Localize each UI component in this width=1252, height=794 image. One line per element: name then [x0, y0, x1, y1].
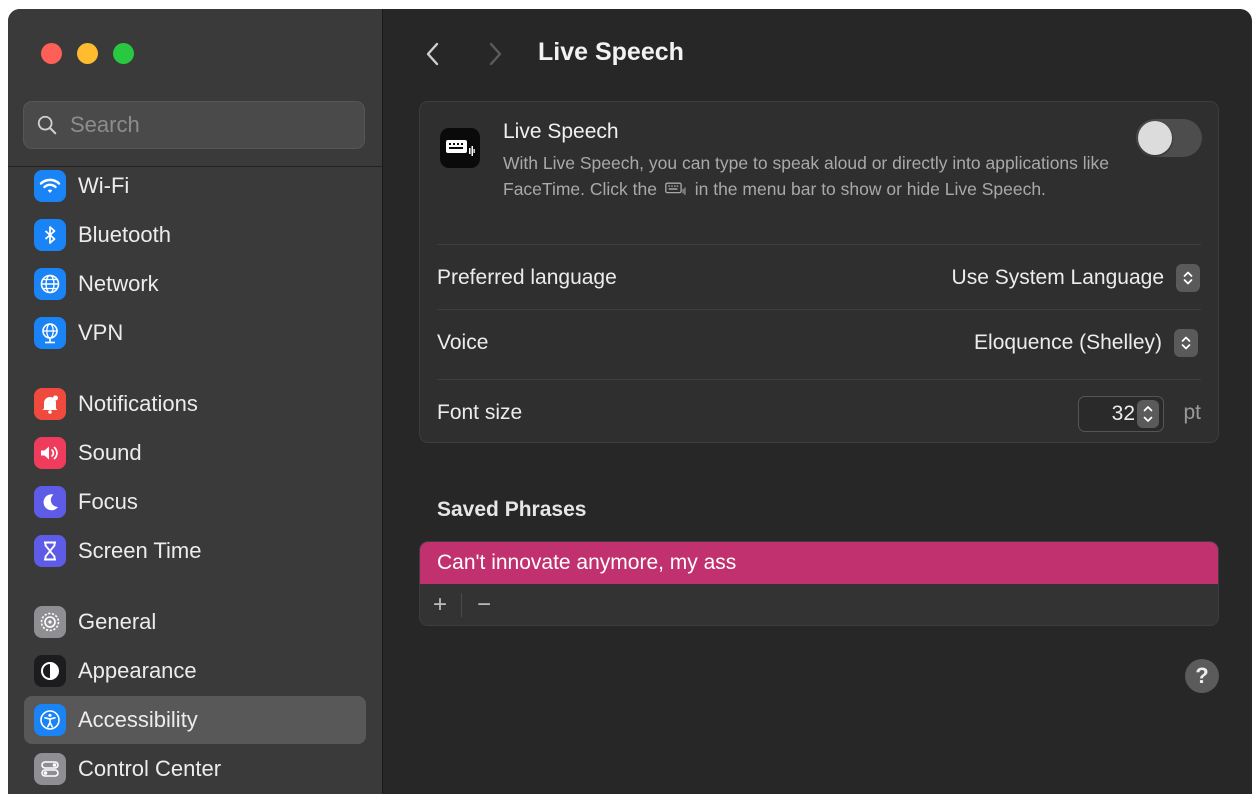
sidebar-item-label: Network [78, 271, 159, 296]
sidebar: Wi-Fi Bluetooth Network VPN [8, 9, 383, 794]
divider [437, 379, 1201, 380]
sidebar-item-label: General [78, 609, 157, 634]
sidebar-item-general[interactable]: General [24, 598, 366, 646]
sidebar-item-label: Bluetooth [78, 222, 171, 247]
sidebar-item-label: Accessibility [78, 707, 198, 732]
accessibility-icon [34, 704, 66, 736]
help-button[interactable]: ? [1185, 659, 1219, 693]
voice-label: Voice [437, 331, 489, 354]
close-button[interactable] [41, 43, 62, 64]
add-phrase-button[interactable]: + [425, 590, 455, 620]
search-field[interactable] [23, 101, 365, 149]
sidebar-item-label: Notifications [78, 391, 198, 416]
sidebar-item-label: Focus [78, 489, 138, 514]
globe-icon [34, 268, 66, 300]
font-size-unit: pt [1183, 401, 1201, 424]
speaker-icon [34, 437, 66, 469]
keyboard-speech-icon [665, 182, 686, 195]
description-text: in the menu bar to show or hide Live Spe… [694, 179, 1046, 199]
traffic-lights [41, 43, 134, 64]
sidebar-item-notifications[interactable]: Notifications [24, 380, 366, 428]
sidebar-item-vpn[interactable]: VPN [24, 309, 366, 357]
toolbar: Live Speech [383, 9, 1252, 95]
search-input[interactable] [68, 111, 352, 139]
divider [461, 593, 462, 617]
gear-icon [34, 606, 66, 638]
bell-icon [34, 388, 66, 420]
forward-button[interactable] [483, 38, 507, 70]
back-button[interactable] [421, 38, 445, 70]
sidebar-item-network[interactable]: Network [24, 260, 366, 308]
sidebar-item-label: VPN [78, 320, 124, 345]
live-speech-card: Live Speech With Live Speech, you can ty… [419, 101, 1219, 443]
minimize-button[interactable] [77, 43, 98, 64]
sidebar-item-wifi[interactable]: Wi-Fi [24, 162, 366, 210]
voice-popup[interactable] [1174, 329, 1198, 357]
divider [437, 244, 1201, 245]
sidebar-item-label: Sound [78, 440, 142, 465]
appearance-icon [34, 655, 66, 687]
font-size-input[interactable] [1089, 401, 1137, 427]
phrase-text: Can't innovate anymore, my ass [437, 551, 737, 574]
search-icon [37, 115, 57, 135]
control-center-icon [34, 753, 66, 785]
font-size-stepper[interactable] [1137, 400, 1159, 428]
sidebar-item-sound[interactable]: Sound [24, 429, 366, 477]
list-item[interactable]: Can't innovate anymore, my ass [420, 542, 1218, 584]
wifi-icon [34, 170, 66, 202]
font-size-label: Font size [437, 401, 523, 424]
bluetooth-icon [34, 219, 66, 251]
saved-phrases-title: Saved Phrases [437, 498, 587, 521]
list-toolbar: + − [420, 584, 1218, 625]
font-size-field[interactable] [1078, 396, 1164, 432]
live-speech-title: Live Speech [503, 120, 619, 143]
chevron-up-down-icon [1183, 271, 1193, 285]
sidebar-item-label: Control Center [78, 756, 222, 781]
chevron-down-icon[interactable] [1142, 414, 1154, 425]
divider [437, 309, 1201, 310]
sidebar-item-label: Appearance [78, 658, 197, 683]
saved-phrases-list: Can't innovate anymore, my ass + − [419, 541, 1219, 626]
page-title: Live Speech [538, 38, 684, 66]
moon-icon [34, 486, 66, 518]
keyboard-speech-icon [440, 128, 480, 168]
preferred-language-label: Preferred language [437, 266, 617, 289]
chevron-up-icon[interactable] [1142, 403, 1154, 414]
sidebar-item-accessibility[interactable]: Accessibility [24, 696, 366, 744]
hourglass-icon [34, 535, 66, 567]
chevron-up-down-icon [1181, 336, 1191, 350]
sidebar-item-appearance[interactable]: Appearance [24, 647, 366, 695]
sidebar-item-label: Screen Time [78, 538, 202, 563]
main-pane: Live Speech Live Speech With Live Speech… [383, 9, 1252, 794]
toggle-knob [1138, 121, 1172, 155]
sidebar-item-focus[interactable]: Focus [24, 478, 366, 526]
remove-phrase-button[interactable]: − [469, 590, 499, 620]
sidebar-item-label: Wi-Fi [78, 173, 130, 198]
vpn-globe-icon [34, 317, 66, 349]
preferred-language-popup[interactable] [1176, 264, 1200, 292]
live-speech-description: With Live Speech, you can type to speak … [503, 150, 1153, 202]
sidebar-item-bluetooth[interactable]: Bluetooth [24, 211, 366, 259]
preferred-language-value[interactable]: Use System Language [952, 266, 1164, 290]
sidebar-item-screen-time[interactable]: Screen Time [24, 527, 366, 575]
voice-value[interactable]: Eloquence (Shelley) [974, 331, 1162, 355]
zoom-button[interactable] [113, 43, 134, 64]
settings-window: Wi-Fi Bluetooth Network VPN [8, 9, 1252, 794]
sidebar-item-control-center[interactable]: Control Center [24, 745, 366, 793]
live-speech-toggle[interactable] [1136, 119, 1202, 157]
